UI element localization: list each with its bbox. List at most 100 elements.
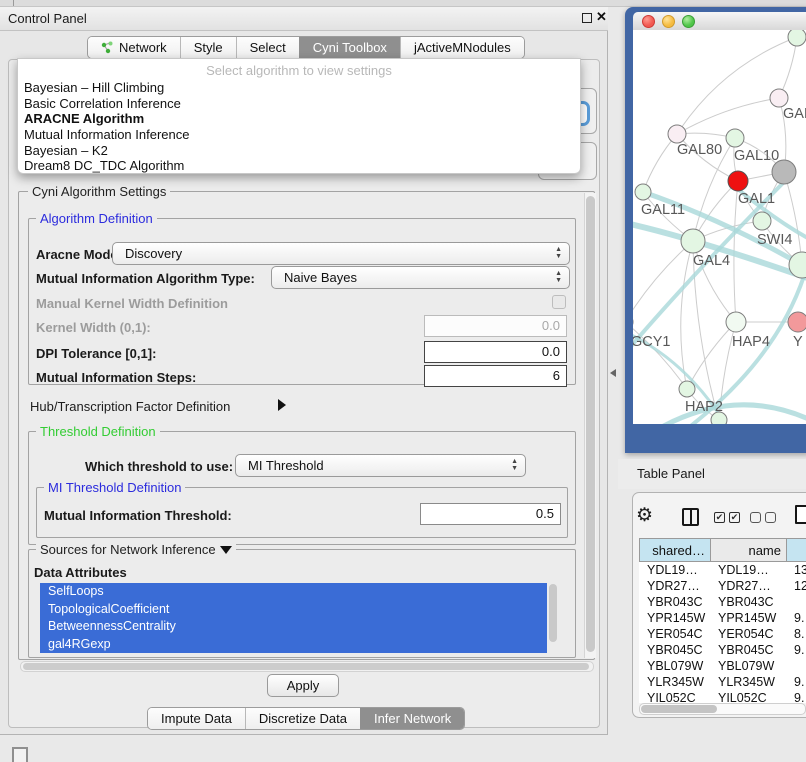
table-cell: YBR045C (710, 642, 786, 658)
deselect-checkbox-icon[interactable] (765, 512, 776, 523)
settings-horizontal-scrollbar-thumb[interactable] (23, 663, 589, 670)
aracne-mode-combo[interactable]: Discovery ▲▼ (112, 242, 570, 265)
hub-definition-label[interactable]: Hub/Transcription Factor Definition (30, 399, 230, 414)
column-header-A[interactable]: A (786, 539, 806, 561)
settings-vertical-scrollbar-thumb[interactable] (586, 196, 595, 652)
network-edge[interactable] (643, 134, 677, 192)
network-node-label: GAL11 (641, 202, 685, 218)
network-window-titlebar[interactable] (633, 12, 806, 30)
column-header-shared…[interactable]: shared… (639, 539, 710, 561)
table-row[interactable]: YBR043CYBR043C (639, 594, 806, 610)
attribute-item-selected[interactable]: SelfLoops (40, 583, 547, 601)
table-cell: YLR345W (710, 674, 786, 690)
close-traffic-light[interactable] (642, 15, 655, 28)
expand-arrow-icon[interactable] (278, 399, 286, 411)
table-row[interactable]: YBL079WYBL079W (639, 658, 806, 674)
attribute-item-selected[interactable]: gal4RGexp (40, 636, 547, 654)
kernel-width-field[interactable]: 0.0 (424, 315, 567, 337)
float-window-icon[interactable] (582, 13, 592, 23)
network-node[interactable] (681, 229, 705, 253)
network-node-label: SWI4 (757, 232, 792, 248)
dropdown-item[interactable]: Mutual Information Inference (18, 127, 580, 143)
network-node[interactable] (726, 129, 744, 147)
dropdown-item[interactable]: Dream8 DC_TDC Algorithm (18, 158, 580, 174)
sources-group-title[interactable]: Sources for Network Inference (36, 542, 236, 557)
table-row[interactable]: YLR345WYLR345W9. (639, 674, 806, 690)
which-threshold-combo[interactable]: MI Threshold ▲▼ (235, 454, 526, 477)
tab-discretize-data-label: Discretize Data (259, 711, 347, 726)
split-view-icon[interactable] (682, 508, 699, 526)
dpi-tolerance-field[interactable]: 0.0 (424, 341, 567, 363)
control-panel-titlebar[interactable] (0, 7, 608, 31)
network-edge[interactable] (687, 322, 736, 389)
dropdown-item-selected[interactable]: ARACNE Algorithm (18, 111, 580, 127)
network-node[interactable] (788, 312, 806, 332)
mi-type-combo[interactable]: Naive Bayes ▲▼ (271, 266, 570, 289)
tab-cyni-toolbox[interactable]: Cyni Toolbox (299, 37, 400, 58)
select-all-checkbox-icon[interactable]: ✔ (714, 512, 725, 523)
network-edge[interactable] (681, 241, 693, 389)
deselect-checkbox-icon[interactable] (750, 512, 761, 523)
aracne-mode-label: Aracne Mode: (36, 247, 122, 262)
network-node[interactable] (753, 212, 771, 230)
algorithm-dropdown-popup: Select algorithm to view settings Bayesi… (17, 58, 581, 174)
tab-jactivemnodules[interactable]: jActiveMNodules (400, 37, 524, 58)
attributes-scrollbar-thumb[interactable] (549, 584, 557, 642)
table-cell: YBR043C (639, 594, 710, 610)
table-row[interactable]: YDR27…YDR27…12 (639, 578, 806, 594)
algorithm-definition-title: Algorithm Definition (36, 211, 157, 226)
panel-collapse-arrow-icon[interactable] (610, 369, 616, 377)
column-header-name[interactable]: name (710, 539, 786, 561)
tab-style[interactable]: Style (180, 37, 236, 58)
network-node[interactable] (728, 171, 748, 191)
tab-discretize-data[interactable]: Discretize Data (245, 708, 360, 729)
network-edge[interactable] (677, 98, 779, 134)
top-strip-divider (13, 0, 14, 6)
table-cell: 9. (786, 674, 806, 690)
table-row[interactable]: YDL19…YDL19…13 (639, 562, 806, 578)
attribute-item-selected[interactable]: TopologicalCoefficient (40, 601, 547, 619)
attribute-item-selected[interactable]: BetweennessCentrality (40, 618, 547, 636)
tab-infer-network[interactable]: Infer Network (360, 708, 464, 729)
network-node-label: HAP2 (685, 399, 723, 415)
network-edge[interactable] (677, 37, 797, 134)
dropdown-item[interactable]: Bayesian – K2 (18, 143, 580, 159)
network-edge[interactable] (779, 37, 797, 98)
spinner-icon: ▲▼ (555, 270, 562, 284)
table-row[interactable]: YBR045CYBR045C9. (639, 642, 806, 658)
table-row[interactable]: YPR145WYPR145W9. (639, 610, 806, 626)
restore-panel-icon[interactable] (12, 747, 28, 762)
network-node[interactable] (726, 312, 746, 332)
dropdown-item[interactable]: Basic Correlation Inference (18, 96, 580, 112)
tab-style-label: Style (194, 40, 223, 55)
manual-kernel-checkbox[interactable] (552, 295, 566, 309)
network-flow-edge[interactable] (653, 405, 806, 424)
mi-threshold-field[interactable]: 0.5 (420, 503, 561, 525)
network-canvas[interactable]: GALGAL80GAL10GAL1GAL11SWI4GAL4GCY1HAP4YH… (633, 30, 806, 424)
zoom-traffic-light[interactable] (682, 15, 695, 28)
tab-select[interactable]: Select (236, 37, 299, 58)
network-node[interactable] (788, 30, 806, 46)
apply-button[interactable]: Apply (267, 674, 339, 697)
table-horizontal-scrollbar-thumb[interactable] (641, 705, 717, 713)
tab-impute-data[interactable]: Impute Data (148, 708, 245, 729)
network-node[interactable] (635, 184, 651, 200)
table-row[interactable]: YER054CYER054C8. (639, 626, 806, 642)
table-row[interactable]: YIL052CYIL052C9. (639, 690, 806, 703)
minimize-traffic-light[interactable] (662, 15, 675, 28)
gear-icon[interactable]: ⚙ (636, 504, 653, 527)
table-cell: YPR145W (639, 610, 710, 626)
table-panel-title: Table Panel (637, 466, 705, 481)
settings-group-title: Cyni Algorithm Settings (28, 184, 170, 199)
network-node[interactable] (770, 89, 788, 107)
network-node[interactable] (679, 381, 695, 397)
close-icon[interactable]: ✕ (596, 9, 607, 25)
tab-cyni-toolbox-label: Cyni Toolbox (313, 40, 387, 55)
tab-network[interactable]: Network (88, 37, 180, 58)
network-node[interactable] (668, 125, 686, 143)
table-cell: 13 (786, 562, 806, 578)
dropdown-item[interactable]: Bayesian – Hill Climbing (18, 80, 580, 96)
document-icon[interactable] (795, 505, 806, 524)
mi-steps-field[interactable]: 6 (424, 365, 567, 387)
select-all-checkbox-icon[interactable]: ✔ (729, 512, 740, 523)
